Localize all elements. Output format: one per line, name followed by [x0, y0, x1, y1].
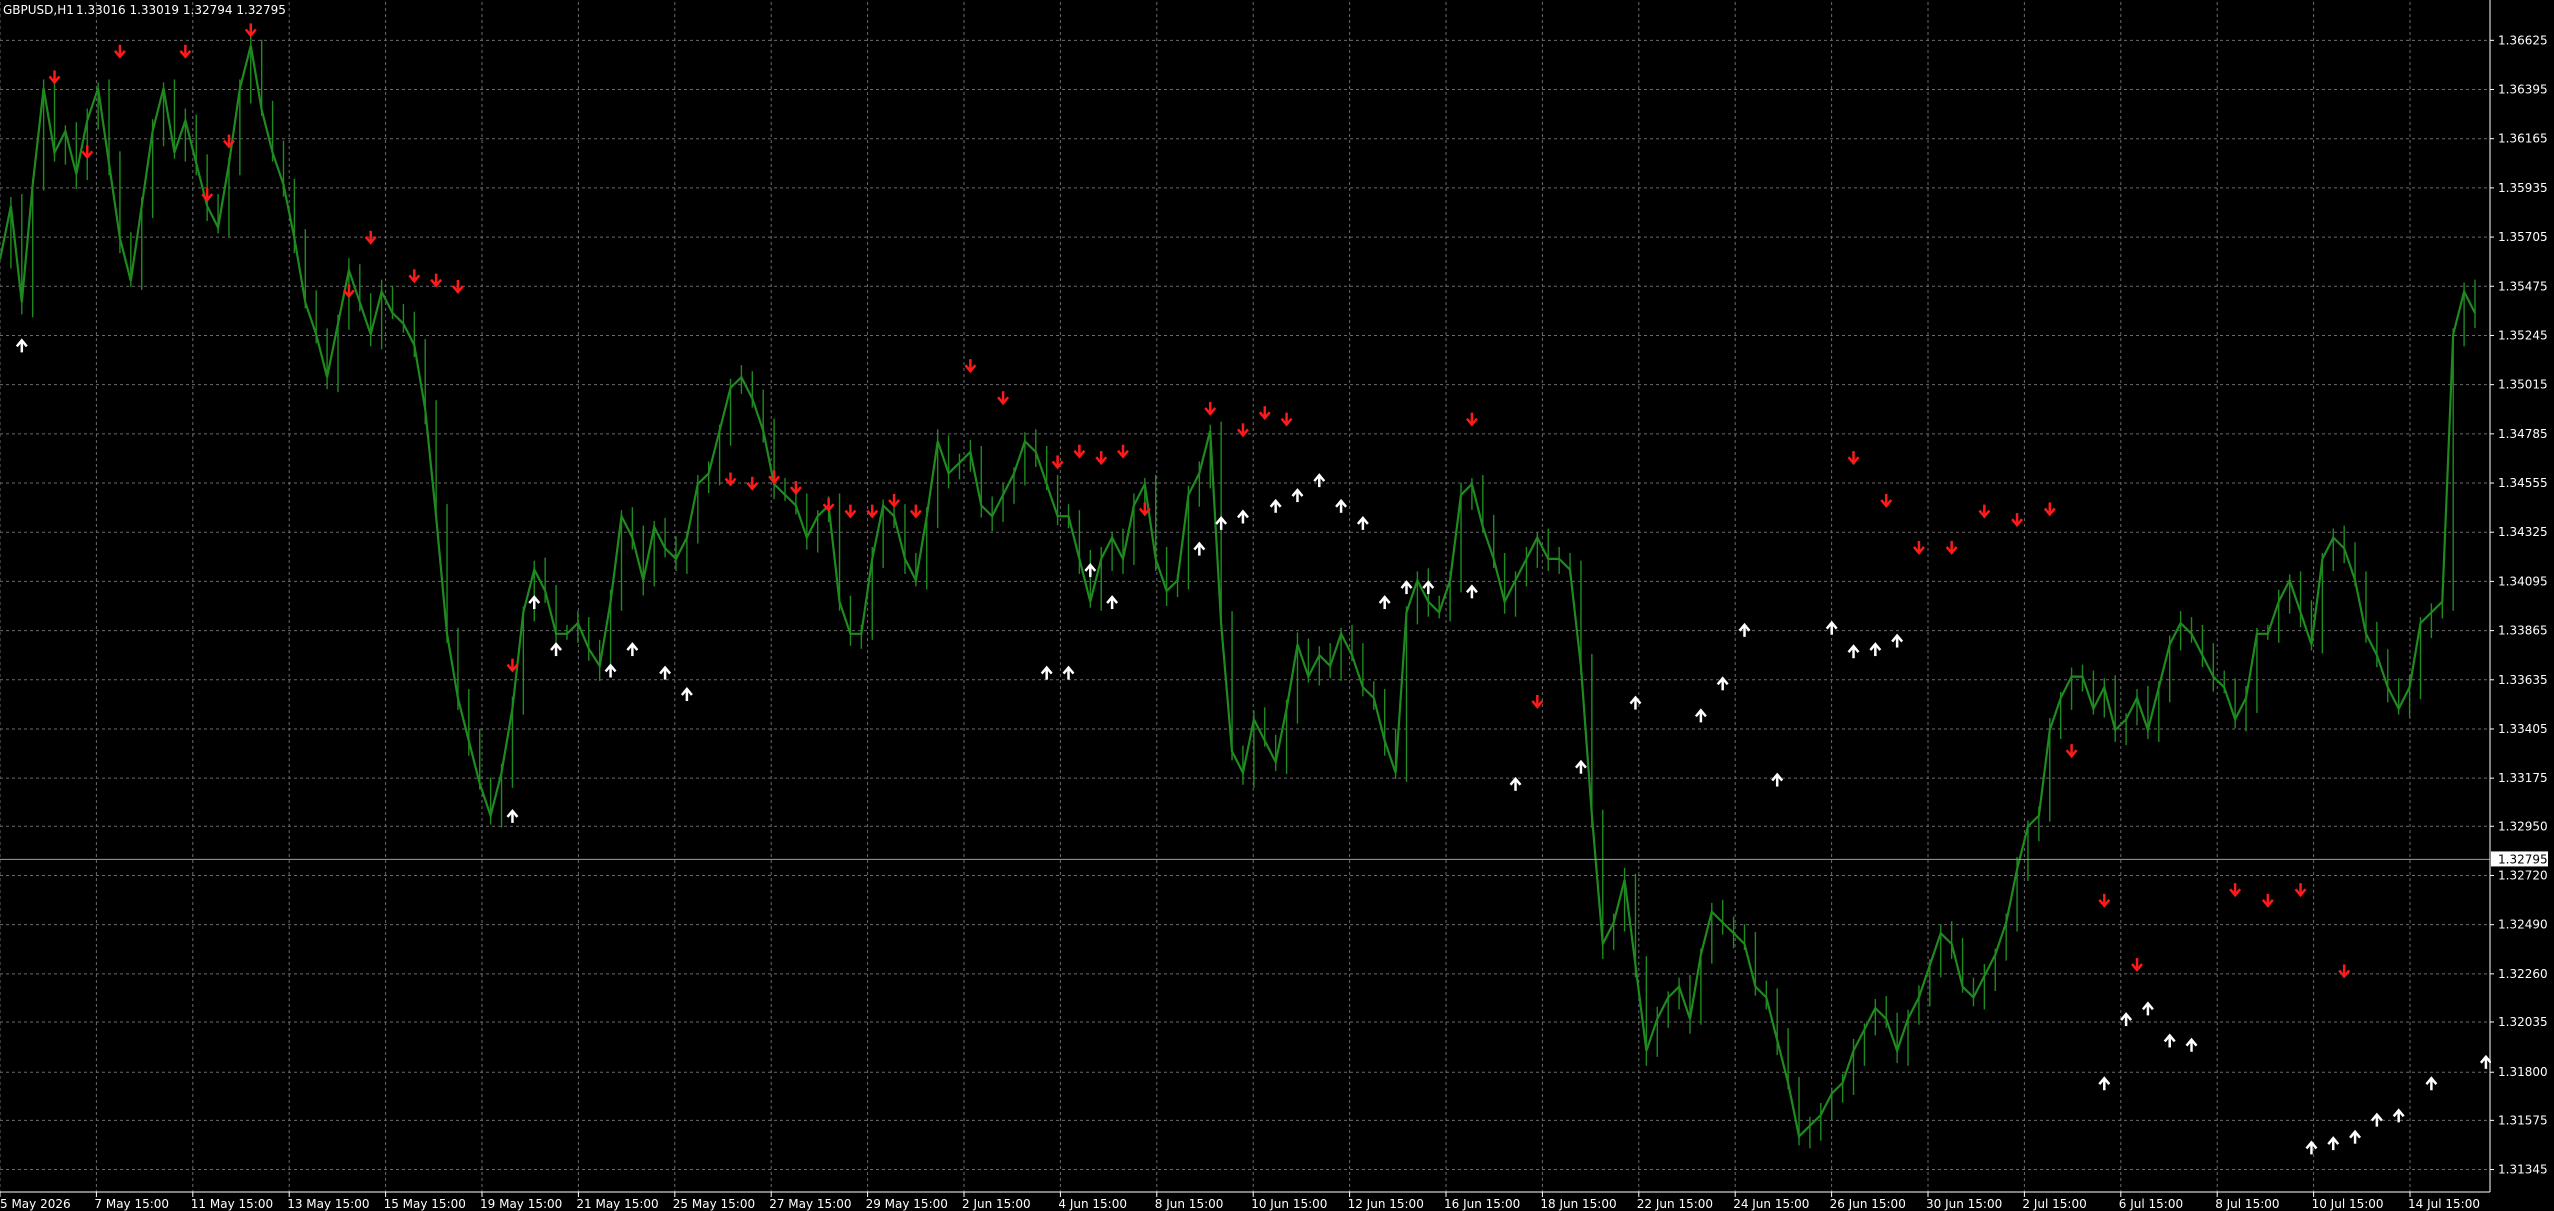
price-tick-label-15: 1.33175	[2498, 771, 2548, 785]
price-tick-label-13: 1.33635	[2498, 673, 2548, 687]
price-tick-label-18: 1.32490	[2498, 918, 2548, 932]
price-tick-label-1: 1.36395	[2498, 83, 2548, 97]
time-tick-label-20: 30 Jun 15:00	[1926, 1197, 2002, 1211]
time-tick-label-1: 7 May 15:00	[94, 1197, 169, 1211]
time-tick-label-8: 27 May 15:00	[769, 1197, 851, 1211]
time-tick-label-5: 19 May 15:00	[480, 1197, 562, 1211]
time-tick-label-6: 21 May 15:00	[576, 1197, 658, 1211]
price-tick-label-10: 1.34325	[2498, 525, 2548, 539]
time-tick-label-12: 8 Jun 15:00	[1155, 1197, 1224, 1211]
time-tick-label-7: 25 May 15:00	[673, 1197, 755, 1211]
time-tick-label-4: 15 May 15:00	[384, 1197, 466, 1211]
time-tick-label-21: 2 Jul 15:00	[2022, 1197, 2086, 1211]
price-tick-label-16: 1.32950	[2498, 819, 2548, 833]
price-tick-label-11: 1.34095	[2498, 574, 2548, 588]
time-tick-label-24: 10 Jul 15:00	[2312, 1197, 2384, 1211]
price-tick-label-20: 1.32035	[2498, 1015, 2548, 1029]
price-tick-label-21: 1.31800	[2498, 1065, 2548, 1079]
price-tick-label-7: 1.35015	[2498, 378, 2548, 392]
chart-background	[0, 0, 2554, 1211]
price-tick-label-6: 1.35245	[2498, 328, 2548, 342]
time-axis[interactable]: 5 May 2026 7 May 15:00 11 May 15:00 13 May …	[0, 1191, 2554, 1211]
price-tick-label-8: 1.34785	[2498, 427, 2548, 441]
price-tick-label-5: 1.35475	[2498, 279, 2548, 293]
symbol-label: GBPUSD,H1	[3, 3, 74, 17]
time-tick-label-11: 4 Jun 15:00	[1058, 1197, 1127, 1211]
time-tick-label-10: 2 Jun 15:00	[962, 1197, 1031, 1211]
price-tick-label-14: 1.33405	[2498, 722, 2548, 736]
price-tick-label-9: 1.34555	[2498, 476, 2548, 490]
price-tick-label-19: 1.32260	[2498, 967, 2548, 981]
time-tick-label-23: 8 Jul 15:00	[2215, 1197, 2279, 1211]
time-tick-label-25: 14 Jul 15:00	[2408, 1197, 2480, 1211]
chart-header: GBPUSD,H1 1.33016 1.33019 1.32794 1.3279…	[3, 3, 286, 17]
time-tick-label-0: 5 May 2026	[0, 1197, 71, 1211]
time-tick-label-16: 18 Jun 15:00	[1540, 1197, 1616, 1211]
time-tick-label-22: 6 Jul 15:00	[2119, 1197, 2183, 1211]
price-tick-label-3: 1.35935	[2498, 181, 2548, 195]
price-tick-label-4: 1.35705	[2498, 230, 2548, 244]
time-tick-label-3: 13 May 15:00	[287, 1197, 369, 1211]
price-tick-label-12: 1.33865	[2498, 624, 2548, 638]
time-tick-label-2: 11 May 15:00	[191, 1197, 273, 1211]
time-tick-label-9: 29 May 15:00	[866, 1197, 948, 1211]
time-tick-label-13: 10 Jun 15:00	[1251, 1197, 1327, 1211]
price-tick-label-17: 1.32720	[2498, 868, 2548, 882]
price-tick-label-22: 1.31575	[2498, 1113, 2548, 1127]
price-tick-label-23: 1.31345	[2498, 1163, 2548, 1177]
price-axis[interactable]: 1.36625 1.36395 1.36165 1.35935 1.35705 1.354…	[2489, 0, 2554, 1211]
time-tick-label-17: 22 Jun 15:00	[1637, 1197, 1713, 1211]
time-tick-label-19: 26 Jun 15:00	[1830, 1197, 1906, 1211]
price-tick-label-0: 1.36625	[2498, 33, 2548, 47]
price-tick-label-2: 1.36165	[2498, 132, 2548, 146]
ohlc-readout: 1.33016 1.33019 1.32794 1.32795	[76, 3, 286, 17]
bid-price-label: 1.32795	[2498, 852, 2548, 866]
time-tick-label-18: 24 Jun 15:00	[1733, 1197, 1809, 1211]
time-tick-label-14: 12 Jun 15:00	[1348, 1197, 1424, 1211]
price-chart[interactable]: 1.36625 1.36395 1.36165 1.35935 1.35705 1.354…	[0, 0, 2554, 1211]
time-tick-label-15: 16 Jun 15:00	[1444, 1197, 1520, 1211]
